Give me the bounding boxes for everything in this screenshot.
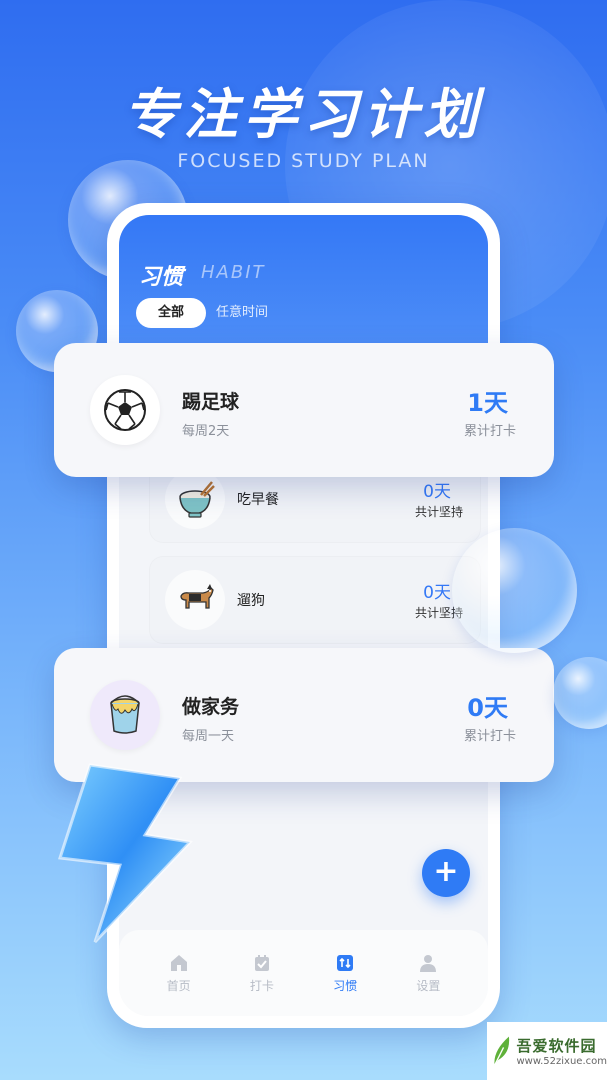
habit-card-dog[interactable]: 遛狗 0天 共计坚持 xyxy=(149,556,481,644)
lightning-bolt-icon xyxy=(58,763,194,944)
checkin-icon xyxy=(254,954,269,971)
settings-icon xyxy=(420,954,437,972)
nav-item-home[interactable]: 首页 xyxy=(149,953,209,994)
tab-all[interactable]: 全部 xyxy=(136,298,206,328)
page-subtitle: HABIT xyxy=(201,262,266,283)
rice-bowl-icon xyxy=(165,469,225,529)
app-header: 习惯 HABIT 全部 任意时间 xyxy=(119,215,488,355)
habit-count-label: 累计打卡 xyxy=(463,729,516,744)
watermark-logo: 吾爱软件园 www.52zixue.com xyxy=(487,1022,607,1080)
nav-item-settings[interactable]: 设置 xyxy=(398,953,458,994)
tab-anytime[interactable]: 任意时间 xyxy=(216,298,268,328)
page-title: 习惯 xyxy=(139,265,184,290)
habit-card-soccer[interactable]: 踢足球 每周2天 1天 累计打卡 xyxy=(54,343,554,477)
watermark-url: www.52zixue.com xyxy=(516,1056,607,1067)
leaf-logo-icon xyxy=(493,1036,510,1066)
habit-name: 做家务 xyxy=(182,696,240,718)
bubble-decoration xyxy=(452,528,577,653)
bubble-decoration xyxy=(553,657,607,729)
nav-label: 首页 xyxy=(166,978,191,993)
nav-item-habit[interactable]: 习惯 xyxy=(315,953,375,994)
dog-icon xyxy=(165,570,225,630)
habit-count: 0天 xyxy=(467,694,508,722)
hero-subtitle: FOCUSED STUDY PLAN xyxy=(177,150,430,172)
habit-count-label: 共计坚持 xyxy=(414,505,463,519)
habit-count: 1天 xyxy=(467,389,508,417)
home-icon xyxy=(170,954,187,971)
watermark-name: 吾爱软件园 xyxy=(516,1037,597,1055)
habit-count-label: 累计打卡 xyxy=(463,424,516,439)
nav-label: 设置 xyxy=(416,978,441,993)
habit-frequency: 每周一天 xyxy=(182,729,235,744)
hero-title: 专注学习计划 xyxy=(123,83,484,146)
habit-name: 吃早餐 xyxy=(237,492,279,508)
habit-frequency: 每周2天 xyxy=(182,424,230,439)
habit-count: 0天 xyxy=(423,583,451,603)
paint-bucket-icon xyxy=(90,680,160,750)
add-habit-button[interactable]: + xyxy=(422,849,470,897)
habit-icon xyxy=(337,954,354,971)
nav-label: 打卡 xyxy=(249,978,274,993)
habit-name: 遛狗 xyxy=(237,593,265,609)
nav-label: 习惯 xyxy=(333,978,358,993)
habit-count: 0天 xyxy=(423,482,451,502)
soccer-ball-icon xyxy=(90,375,160,445)
nav-item-checkin[interactable]: 打卡 xyxy=(232,953,292,994)
habit-name: 踢足球 xyxy=(182,391,240,413)
